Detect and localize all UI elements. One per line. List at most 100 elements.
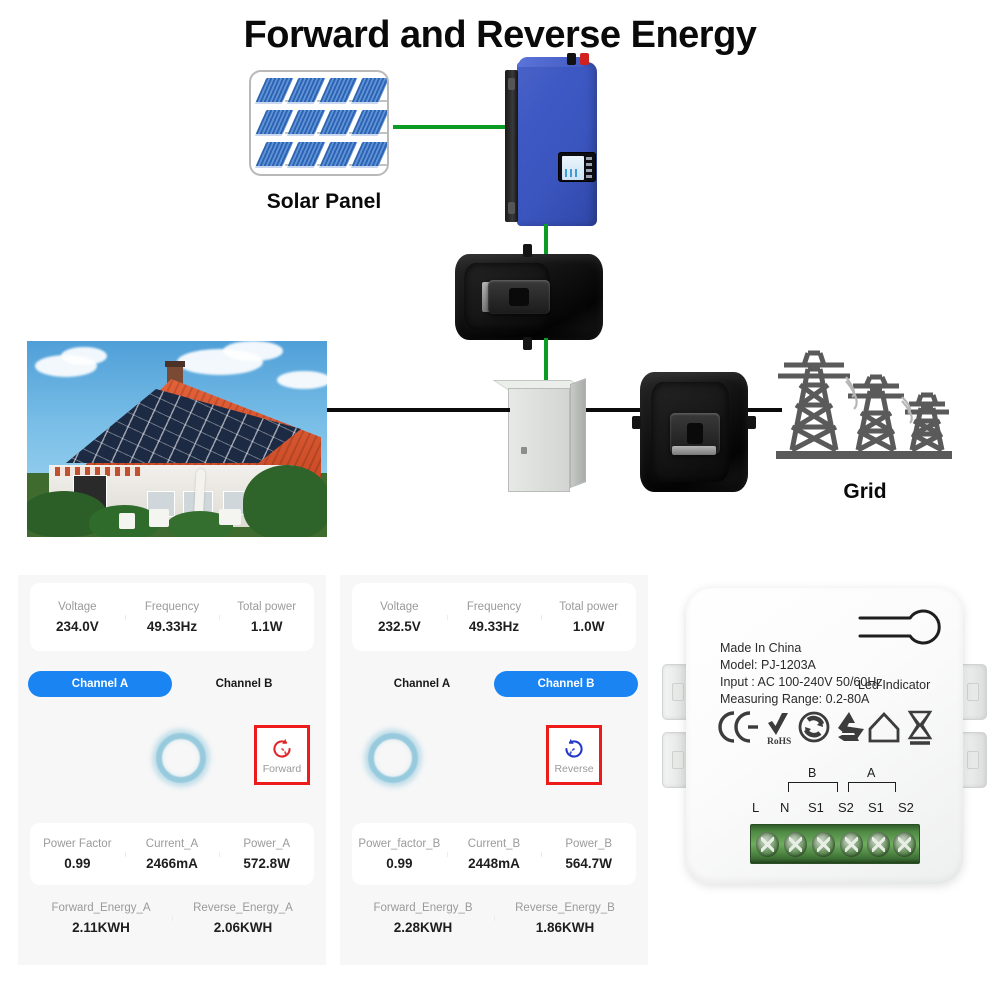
energy-ring-gauge — [156, 733, 206, 783]
terminal-screw — [893, 832, 916, 857]
direction-label: Reverse — [554, 762, 594, 775]
spec-line-range: Measuring Range: 0.2-80A — [720, 692, 870, 706]
metric-current-a: Current_A 2466mA — [124, 837, 220, 871]
metric-label: Power Factor — [43, 837, 112, 850]
power-pylon-icon — [762, 335, 962, 465]
clockwise-refresh-icon — [273, 738, 291, 758]
weee-crossed-bin-icon — [907, 710, 933, 745]
metric-voltage-a: Voltage 234.0V — [30, 601, 125, 634]
distribution-box-icon — [492, 378, 586, 492]
terminal-label-b-s1: S1 — [808, 800, 824, 815]
tab-channel-b[interactable]: Channel B — [494, 671, 638, 697]
terminal-label-a-s1: S1 — [868, 800, 884, 815]
terminal-block — [750, 824, 920, 864]
top-metrics-card-b: Voltage 232.5V Frequency 49.33Hz Total p… — [352, 583, 636, 651]
metric-value: 232.5V — [377, 618, 421, 634]
metric-power-factor-a: Power Factor 0.99 — [30, 838, 125, 871]
metric-total-power-b: Total power 1.0W — [541, 601, 636, 634]
recycle-triangle-icon — [838, 712, 864, 741]
metric-value: 1.0W — [572, 618, 605, 634]
device-spec-text: Made In China Model: PJ-1203A Input : AC… — [720, 640, 900, 708]
gauge-area-b: Reverse — [340, 715, 648, 811]
metric-label: Total power — [559, 600, 619, 613]
terminal-screw — [867, 832, 890, 857]
solar-panel-label: Solar Panel — [266, 190, 382, 213]
metric-power-a: Power_A 572.8W — [219, 838, 314, 871]
top-metrics-card-a: Voltage 234.0V Frequency 49.33Hz Total p… — [30, 583, 314, 651]
terminal-labels: L N S1 S2 S1 S2 — [746, 800, 926, 818]
tab-channel-a[interactable]: Channel A — [350, 671, 494, 697]
metric-label: Reverse_Energy_B — [515, 901, 615, 914]
ce-mark-icon — [718, 711, 758, 743]
terminal-bracket-a — [848, 782, 896, 792]
app-screenshot-channel-b: Voltage 232.5V Frequency 49.33Hz Total p… — [340, 575, 648, 965]
metric-frequency-a: Frequency 49.33Hz — [124, 600, 220, 634]
metric-current-b: Current_B 2448mA — [446, 838, 542, 871]
direction-indicator-forward[interactable]: Forward — [254, 725, 310, 785]
wire-house-to-cabinet — [318, 408, 510, 412]
terminal-label-a-s2: S2 — [898, 800, 914, 815]
energy-flow-diagram: Solar Panel Grid — [0, 0, 1000, 560]
metric-label: Power_A — [243, 837, 291, 850]
indoor-use-house-icon — [868, 711, 900, 743]
wire-ct-to-cabinet — [544, 338, 548, 386]
ct-clamp-grid-icon — [632, 372, 756, 492]
metric-value: 2448mA — [468, 855, 520, 871]
wire-cabinet-to-ct-grid — [586, 408, 648, 412]
terminal-group-label-b: B — [808, 766, 817, 780]
metric-label: Reverse_Energy_A — [193, 901, 293, 914]
ct-clamp-solar-icon — [455, 244, 603, 350]
wire-solar-to-inverter — [393, 125, 509, 129]
metric-label: Total power — [237, 600, 297, 613]
energy-metrics-card-a: Forward_Energy_A 2.11KWH Reverse_Energy_… — [30, 891, 314, 945]
page-root: Forward and Reverse Energy Solar Panel G… — [0, 0, 1000, 1000]
spec-line-input: Input : AC 100-240V 50/60Hz — [720, 675, 883, 689]
solar-panel-array-icon — [249, 70, 389, 176]
metric-reverse-energy-a: Reverse_Energy_A 2.06KWH — [172, 902, 314, 935]
terminal-screw — [756, 832, 779, 857]
counter-clockwise-refresh-icon — [565, 738, 583, 758]
direction-indicator-reverse[interactable]: Reverse — [546, 725, 602, 785]
metric-value: 2.06KWH — [213, 919, 273, 935]
gauge-area-a: Forward — [18, 715, 326, 811]
metric-voltage-b: Voltage 232.5V — [352, 601, 447, 634]
terminal-group-label-a: A — [867, 766, 876, 780]
mid-metrics-card-a: Power Factor 0.99 Current_A 2466mA Power… — [30, 823, 314, 885]
cert-icon-row: RoHS — [718, 710, 933, 747]
grid-tie-inverter-icon — [505, 53, 597, 226]
channel-tabs-b: Channel A Channel B — [350, 671, 638, 697]
house-with-solar-roof-photo — [27, 341, 327, 537]
metric-label: Current_A — [145, 837, 199, 850]
tab-channel-b[interactable]: Channel B — [172, 671, 316, 697]
metric-power-factor-b: Power_factor_B 0.99 — [352, 838, 447, 871]
direction-label: Forward — [262, 762, 302, 775]
spec-line-made-in: Made In China — [720, 641, 802, 655]
metric-label: Frequency — [144, 600, 200, 613]
terminal-screw — [812, 832, 835, 857]
energy-meter-device-photo: Led Indicator Made In China Model: PJ-12… — [662, 582, 987, 900]
metric-value: 0.99 — [64, 855, 91, 871]
terminal-label-b-s2: S2 — [838, 800, 854, 815]
metric-value: 0.99 — [386, 855, 413, 871]
metric-value: 49.33Hz — [468, 618, 520, 634]
rohs-check-icon: RoHS — [767, 713, 791, 747]
metric-value: 2466mA — [146, 855, 198, 871]
green-dot-recycling-icon — [798, 711, 830, 743]
metric-value: 49.33Hz — [146, 618, 198, 634]
metric-frequency-b: Frequency 49.33Hz — [446, 601, 542, 634]
metric-label: Forward_Energy_A — [51, 901, 151, 914]
app-screenshot-channel-a: Voltage 234.0V Frequency 49.33Hz Total p… — [18, 575, 326, 965]
terminal-screw — [840, 832, 863, 857]
channel-tabs-a: Channel A Channel B — [28, 671, 316, 697]
energy-metrics-card-b: Forward_Energy_B 2.28KWH Reverse_Energy_… — [352, 891, 636, 945]
rohs-label: RoHS — [767, 737, 791, 747]
metric-label: Power_factor_B — [358, 837, 441, 850]
metric-label: Power_B — [565, 837, 613, 850]
terminal-label-l: L — [752, 800, 760, 815]
metric-label: Voltage — [380, 600, 419, 613]
tab-channel-a[interactable]: Channel A — [28, 671, 172, 697]
metric-total-power-a: Total power 1.1W — [219, 601, 314, 634]
metric-value: 2.11KWH — [72, 919, 130, 935]
metric-forward-energy-b: Forward_Energy_B 2.28KWH — [352, 902, 494, 935]
metric-value: 234.0V — [55, 618, 99, 634]
